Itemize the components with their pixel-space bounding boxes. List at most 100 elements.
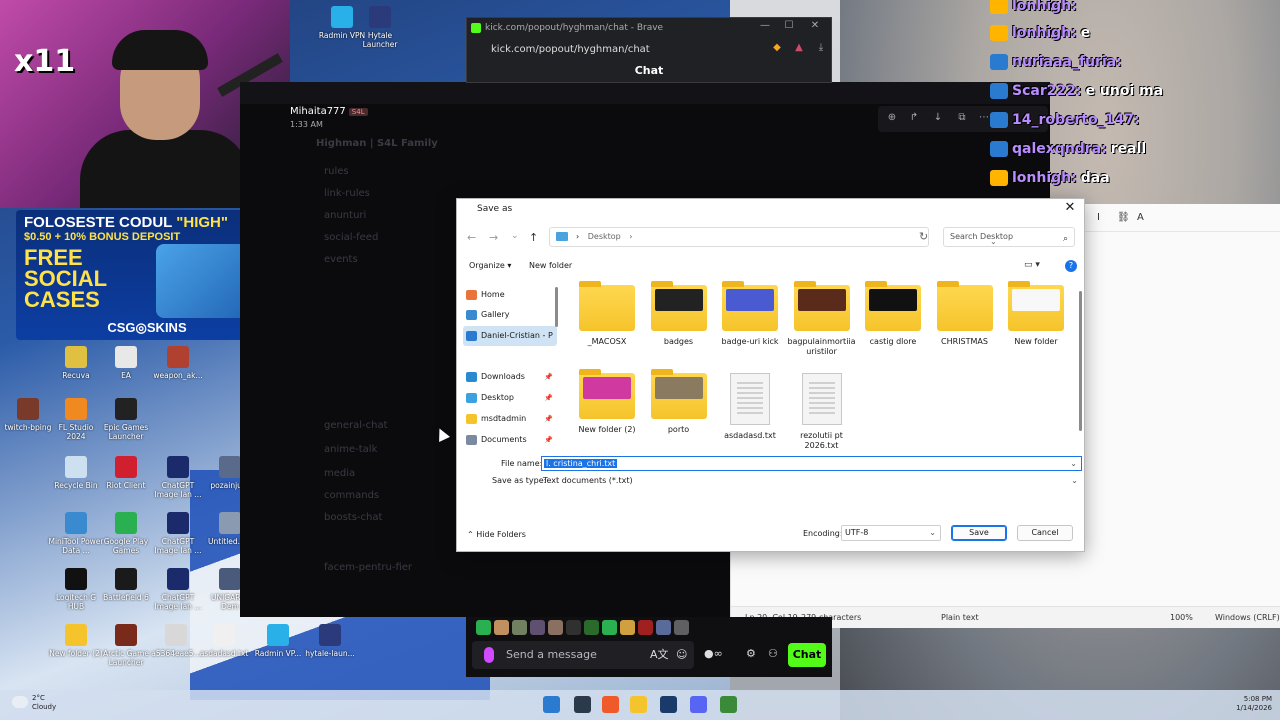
desktop-icon[interactable]: ChatGPT Image Ian ... xyxy=(150,568,206,611)
maximize-button[interactable]: ☐ xyxy=(781,20,797,34)
folder-item[interactable]: New folder xyxy=(1001,281,1071,347)
people-icon[interactable]: ⚇ xyxy=(768,647,778,660)
encoding-dropdown-icon[interactable]: ⌄ xyxy=(929,526,936,540)
desktop-icon[interactable]: Recuva xyxy=(48,346,104,380)
hide-folders-button[interactable]: ⌃ Hide Folders xyxy=(467,530,526,539)
files-scrollbar[interactable] xyxy=(1079,291,1082,431)
channel-item[interactable]: anunturi xyxy=(324,210,366,221)
encoding-select[interactable]: UTF-8 ⌄ xyxy=(841,525,941,541)
folder-item[interactable]: porto xyxy=(644,369,714,435)
emoji-icon[interactable]: ☺ xyxy=(676,641,687,669)
message-input[interactable]: Send a message A文 ☺ xyxy=(472,641,694,669)
folder-item[interactable]: New folder (2) xyxy=(572,369,642,435)
channel-item[interactable]: facem-pentru-fier xyxy=(324,562,412,573)
search-input[interactable]: Search Desktop ⌕ xyxy=(943,227,1075,247)
points-icon[interactable]: ●∞ xyxy=(704,647,723,660)
mic-icon[interactable] xyxy=(484,647,494,663)
link-icon[interactable]: ⛓ xyxy=(1117,212,1130,223)
folder-item[interactable]: _MACOSX xyxy=(572,281,642,347)
emote-icon[interactable] xyxy=(494,620,509,635)
recent-chevron-icon[interactable]: ⌄ xyxy=(511,231,519,241)
folder-item[interactable]: badge-uri kick xyxy=(715,281,785,347)
send-chat-button[interactable]: Chat xyxy=(788,643,826,667)
emote-icon[interactable] xyxy=(674,620,689,635)
save-type-select[interactable]: Text documents (*.txt) ⌄ xyxy=(541,473,1082,488)
folder-item[interactable]: badges xyxy=(644,281,714,347)
folder-item[interactable]: castig dlore xyxy=(858,281,928,347)
desktop-icon[interactable]: EA xyxy=(98,346,154,380)
nav-item[interactable]: Downloads 📌 xyxy=(463,367,557,387)
save-button[interactable]: Save xyxy=(951,525,1007,541)
file-name-input[interactable]: l. cristina_chri.txt ⌄ xyxy=(541,456,1082,471)
new-folder-button[interactable]: New folder xyxy=(529,261,572,270)
brave-shield-icon[interactable]: ◆ xyxy=(769,42,785,56)
folder-item[interactable]: CHRISTMAS xyxy=(930,281,1000,347)
taskbar-app-icon[interactable] xyxy=(720,696,737,713)
taskbar-app-icon[interactable] xyxy=(574,696,591,713)
taskbar-app-icon[interactable] xyxy=(630,696,647,713)
emote-icon[interactable] xyxy=(602,620,617,635)
channel-item[interactable]: commands xyxy=(324,490,379,501)
taskbar-clock[interactable]: 5:08 PM 1/14/2026 xyxy=(1222,695,1272,713)
address-bar[interactable]: kick.com/popout/hyghman/chat xyxy=(475,40,765,60)
emote-icon[interactable] xyxy=(638,620,653,635)
desktop-icon[interactable]: Arctic Game Launcher xyxy=(98,624,154,667)
emote-icon[interactable] xyxy=(656,620,671,635)
minimize-button[interactable]: — xyxy=(757,20,773,34)
channel-item[interactable]: social-feed xyxy=(324,232,378,243)
channel-item[interactable]: events xyxy=(324,254,358,265)
taskbar-app-icon[interactable] xyxy=(660,696,677,713)
nav-item[interactable]: Gallery xyxy=(463,305,557,325)
channel-item[interactable]: media xyxy=(324,468,355,479)
nav-item[interactable]: Desktop 📌 xyxy=(463,388,557,408)
file-name-value[interactable]: l. cristina_chri.txt xyxy=(544,459,618,468)
server-name[interactable]: Highman | S4L Family xyxy=(316,138,438,149)
share-icon[interactable]: ↱ xyxy=(908,112,920,124)
download-icon[interactable]: ↓ xyxy=(932,112,944,124)
desktop-icon[interactable]: MiniTool Power Data ... xyxy=(48,512,104,555)
emote-icon[interactable] xyxy=(620,620,635,635)
cancel-button[interactable]: Cancel xyxy=(1017,525,1073,541)
more-icon[interactable]: ⋯ xyxy=(978,112,990,124)
desktop-icon[interactable]: asdadasd.txt xyxy=(196,624,252,658)
brave-popout-window[interactable]: kick.com/popout/hyghman/chat - Brave — ☐… xyxy=(466,17,832,83)
nav-item[interactable]: msdtadmin 📌 xyxy=(463,409,557,429)
italic-icon[interactable]: I xyxy=(1097,212,1100,223)
channel-item[interactable]: general-chat xyxy=(324,420,388,431)
open-external-icon[interactable]: ⧉ xyxy=(956,112,968,124)
desktop-icon[interactable]: Hytale Launcher xyxy=(352,6,408,49)
desktop-icon[interactable]: New folder (2) xyxy=(48,624,104,658)
download-icon[interactable]: ⤓ xyxy=(813,42,829,56)
emote-icon[interactable] xyxy=(530,620,545,635)
desktop-icon[interactable]: Google Play Games xyxy=(98,512,154,555)
desktop-icon[interactable]: weapon_ak... xyxy=(150,346,206,380)
address-chevron-icon[interactable]: › xyxy=(629,232,632,241)
desktop-icon[interactable]: Radmin VP... xyxy=(250,624,306,658)
emote-icon[interactable] xyxy=(548,620,563,635)
channel-item[interactable]: boosts-chat xyxy=(324,512,382,523)
translate-icon[interactable]: A文 xyxy=(650,641,669,669)
desktop-icon[interactable]: Logitech G HUB xyxy=(48,568,104,611)
weather-widget[interactable]: 2°C Cloudy xyxy=(12,694,56,712)
text-file-item[interactable]: asdadasd.txt xyxy=(715,373,785,441)
nav-item[interactable]: Home xyxy=(463,285,557,305)
text-file-item[interactable]: rezolutii pt 2026.txt xyxy=(787,373,857,451)
message-author[interactable]: Mihaita777 S4L xyxy=(290,106,368,117)
up-arrow-icon[interactable]: ↑ xyxy=(529,231,538,244)
zoom-icon[interactable]: ⊕ xyxy=(886,112,898,124)
emote-icon[interactable] xyxy=(584,620,599,635)
desktop-icon[interactable]: Recycle Bin xyxy=(48,456,104,490)
save-type-dropdown-icon[interactable]: ⌄ xyxy=(1071,473,1078,488)
forward-arrow-icon[interactable]: → xyxy=(489,231,498,244)
clear-format-icon[interactable]: A xyxy=(1137,212,1144,223)
channel-item[interactable]: rules xyxy=(324,166,349,177)
taskbar-app-icon[interactable] xyxy=(543,696,560,713)
emote-icon[interactable] xyxy=(476,620,491,635)
emote-icon[interactable] xyxy=(566,620,581,635)
channel-item[interactable]: anime-talk xyxy=(324,444,377,455)
back-arrow-icon[interactable]: ← xyxy=(467,231,476,244)
desktop-icon[interactable]: ChatGPT Image Ian ... xyxy=(150,512,206,555)
brave-rewards-icon[interactable]: ▲ xyxy=(791,42,807,56)
desktop-icon[interactable]: hytale-laun... xyxy=(302,624,358,658)
desktop-icon[interactable]: ChatGPT Image Ian ... xyxy=(150,456,206,499)
